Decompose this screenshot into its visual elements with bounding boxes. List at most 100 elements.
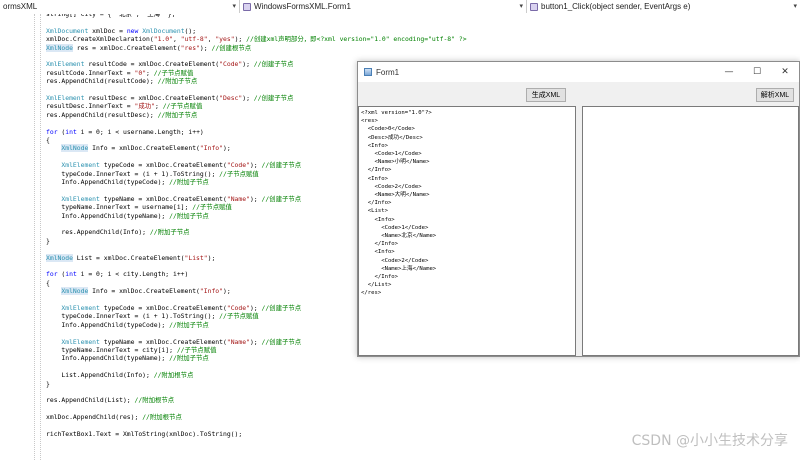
code-token: typeName.InnerText = username[i]; bbox=[46, 203, 193, 212]
code-token: Info = xmlDoc.CreateElement( bbox=[88, 287, 200, 296]
code-token: XmlElement bbox=[61, 304, 100, 312]
code-line: resultCode.InnerText = "0"; //子节点赋值 bbox=[46, 69, 193, 77]
code-line: { bbox=[46, 279, 50, 287]
code-token: res.AppendChild(resultDesc); bbox=[46, 110, 158, 119]
code-token: List = xmlDoc.CreateElement( bbox=[72, 253, 185, 262]
code-token: resultCode = xmlDoc.CreateElement( bbox=[84, 60, 220, 69]
code-token: "Code" bbox=[226, 304, 250, 312]
code-token: XmlNode bbox=[46, 253, 73, 262]
code-token: typeName = xmlDoc.CreateElement( bbox=[99, 337, 227, 346]
code-token: //附加根节点 bbox=[142, 413, 182, 422]
code-line: Info.AppendChild(typeName); //附加子节点 bbox=[46, 211, 208, 220]
project-dropdown[interactable]: ormsXML ▾ bbox=[0, 0, 240, 13]
code-token: , bbox=[172, 35, 181, 44]
xml-output-line: </Info> bbox=[361, 241, 399, 248]
code-token: i = 0; i < username.Length; i++) bbox=[76, 127, 204, 136]
code-token: typeCode.InnerText = (i + 1).ToString(); bbox=[46, 169, 220, 178]
code-token: //附加子节点 bbox=[169, 354, 209, 363]
code-token: Info.AppendChild(typeName); bbox=[46, 211, 170, 220]
code-token: res.AppendChild(List); bbox=[46, 396, 135, 405]
code-token: Info = xmlDoc.CreateElement( bbox=[88, 144, 200, 153]
code-token: //附加根节点 bbox=[134, 396, 175, 405]
code-token: //创建子节点 bbox=[253, 94, 294, 102]
code-line: res.AppendChild(Info); //附加子节点 bbox=[46, 228, 189, 236]
code-token: ; bbox=[154, 102, 163, 111]
code-token: "List" bbox=[184, 253, 208, 262]
xml-rich-textbox[interactable]: <?xml version="1.0"?> <res> <Code>0</Code… bbox=[358, 106, 576, 356]
code-token: xmlDoc = bbox=[88, 26, 127, 35]
class-name: WindowsFormsXML.Form1 bbox=[254, 2, 351, 11]
code-line: richTextBox1.Text = XmlToString(xmlDoc).… bbox=[46, 430, 242, 438]
code-token: //附加子节点 bbox=[169, 320, 209, 329]
code-token: //创建xml声明部分，即<?xml version="1.0" encodin… bbox=[246, 35, 467, 44]
parse-xml-button[interactable]: 解析XML bbox=[756, 88, 794, 102]
member-dropdown[interactable]: button1_Click(object sender, EventArgs e… bbox=[527, 0, 800, 13]
code-token: "Code" bbox=[219, 60, 243, 69]
form1-window[interactable]: Form1 — ☐ ✕ 生成XML 解析XML <?xml version="1… bbox=[357, 61, 800, 357]
code-line: } bbox=[46, 237, 50, 245]
code-line: List.AppendChild(Info); //附加根节点 bbox=[46, 371, 193, 379]
code-token: res.AppendChild(resultCode); bbox=[46, 77, 158, 86]
code-token: XmlNode bbox=[61, 287, 89, 296]
code-line: XmlElement typeName = xmlDoc.CreateEleme… bbox=[46, 195, 301, 203]
code-token: Info.AppendChild(typeName); bbox=[46, 354, 170, 363]
generate-xml-button[interactable]: 生成XML bbox=[526, 88, 566, 102]
minimize-button[interactable]: — bbox=[715, 62, 743, 82]
code-token: int bbox=[65, 127, 77, 136]
xml-output-line: </List> bbox=[361, 282, 392, 289]
code-token: XmlElement bbox=[61, 337, 100, 346]
code-token: //创建子节点 bbox=[261, 161, 302, 170]
indent-guide bbox=[34, 14, 35, 460]
code-token: XmlNode bbox=[61, 144, 89, 153]
code-token: typeCode = xmlDoc.CreateElement( bbox=[99, 161, 227, 170]
code-line: XmlElement typeCode = xmlDoc.CreateEleme… bbox=[46, 304, 301, 312]
project-name: ormsXML bbox=[3, 2, 38, 11]
code-token: (); bbox=[184, 26, 197, 35]
code-line: XmlElement typeCode = xmlDoc.CreateEleme… bbox=[46, 161, 301, 169]
xml-output-line: <Code>1</Code> bbox=[361, 224, 429, 231]
form1-title-bar[interactable]: Form1 — ☐ ✕ bbox=[358, 62, 799, 82]
code-line: XmlNode Info = xmlDoc.CreateElement("Inf… bbox=[46, 287, 231, 296]
code-token: xmlDoc.AppendChild(res); bbox=[46, 413, 143, 422]
xml-output-line: <Name>上海</Name> bbox=[361, 265, 437, 272]
maximize-button[interactable]: ☐ bbox=[743, 62, 771, 82]
code-token: "Info" bbox=[199, 144, 223, 153]
code-line: { bbox=[46, 136, 50, 144]
code-token: //子节点赋值 bbox=[219, 312, 259, 321]
xml-output-line: <Code>2</Code> bbox=[361, 257, 429, 264]
code-line: typeName.InnerText = username[i]; //子节点赋… bbox=[46, 203, 232, 211]
code-token: int bbox=[65, 270, 77, 279]
code-line: XmlNode Info = xmlDoc.CreateElement("Inf… bbox=[46, 144, 231, 153]
code-token: "Code" bbox=[226, 161, 250, 170]
xml-output-line: <List> bbox=[361, 208, 388, 215]
code-token: //子节点赋值 bbox=[153, 68, 194, 77]
close-button[interactable]: ✕ bbox=[771, 62, 799, 82]
code-token: typeName.InnerText = city[i]; bbox=[46, 346, 177, 354]
class-dropdown[interactable]: WindowsFormsXML.Form1 ▾ bbox=[240, 0, 527, 13]
class-icon bbox=[243, 2, 251, 11]
code-token: //创建根节点 bbox=[211, 43, 252, 52]
code-token: richTextBox1.Text = XmlToString(xmlDoc).… bbox=[46, 430, 243, 438]
code-token: ); bbox=[242, 94, 254, 102]
member-name: button1_Click(object sender, EventArgs e… bbox=[541, 2, 691, 11]
code-token: //创建子节点 bbox=[253, 60, 294, 69]
parse-result-textbox[interactable] bbox=[582, 106, 799, 356]
code-line: } bbox=[46, 380, 50, 388]
code-token: resultCode.InnerText = bbox=[46, 68, 135, 77]
code-line: string[] city = { "北京", "上海" }; bbox=[46, 14, 175, 18]
code-token: ); bbox=[207, 253, 216, 262]
code-token: ); bbox=[199, 43, 212, 52]
code-token: XmlElement bbox=[61, 194, 100, 203]
code-token: "0" bbox=[134, 68, 147, 77]
code-token: } bbox=[46, 236, 50, 245]
watermark: CSDN @小小生技术分享 bbox=[631, 433, 788, 449]
code-token: { bbox=[46, 278, 50, 287]
code-token: //附加子节点 bbox=[169, 178, 209, 186]
code-line: XmlElement typeName = xmlDoc.CreateEleme… bbox=[46, 338, 301, 346]
code-token: "Desc" bbox=[219, 94, 243, 102]
code-line: XmlElement resultCode = xmlDoc.CreateEle… bbox=[46, 60, 293, 68]
code-line: typeCode.InnerText = (i + 1).ToString();… bbox=[46, 312, 259, 321]
